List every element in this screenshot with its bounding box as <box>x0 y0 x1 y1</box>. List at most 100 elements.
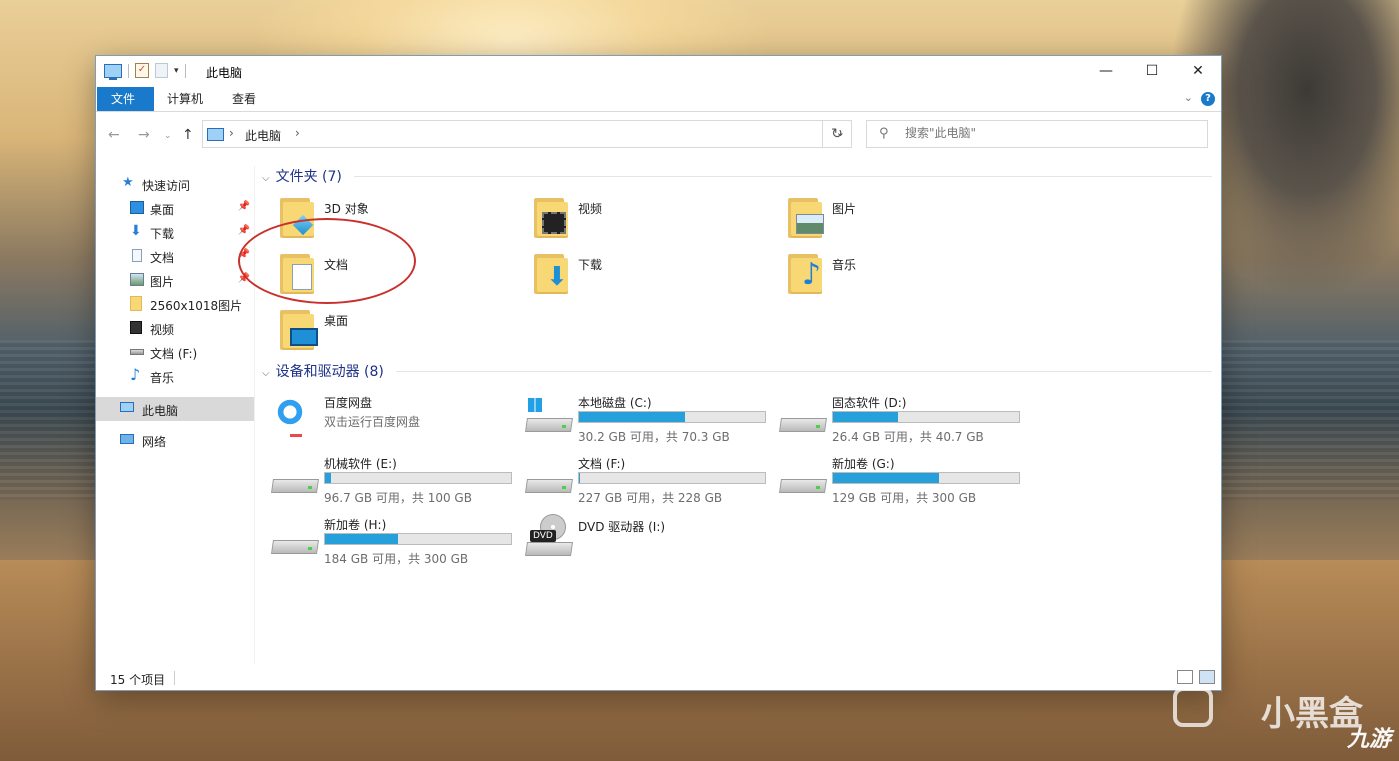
sidebar-item-documents[interactable]: 文档 📌 <box>96 245 254 267</box>
device-drive-e[interactable]: 机械软件 (E:) 96.7 GB 可用，共 100 GB <box>258 453 512 507</box>
collapse-chevron-icon[interactable]: ⌵ <box>262 368 270 379</box>
music-folder-icon: ♪ <box>788 254 822 294</box>
section-title: 设备和驱动器 (8) <box>275 364 384 380</box>
tab-view[interactable]: 查看 <box>218 87 270 111</box>
device-drive-g[interactable]: 新加卷 (G:) 129 GB 可用，共 300 GB <box>766 453 1020 507</box>
navigation-bar: ← → ⌄ ↑ › 此电脑 › ⌄ ↻ ⚲ <box>96 119 1221 151</box>
pictures-folder-icon <box>788 198 824 238</box>
content-pane: ⌵ 文件夹 (7) 3D 对象 视频 图片 文档 ⬇ 下载 ♪ 音乐 桌面 ⌵ … <box>258 156 1216 666</box>
forward-arrow-icon[interactable]: → <box>138 127 150 143</box>
folder-music[interactable]: ♪ 音乐 <box>766 250 1016 304</box>
up-arrow-icon[interactable]: ↑ <box>182 127 194 143</box>
folder-label: 桌面 <box>324 314 349 328</box>
usage-fill <box>833 412 899 422</box>
new-folder-icon[interactable] <box>155 63 168 78</box>
customize-toolbar-icon[interactable]: ▾ <box>174 66 179 76</box>
title-bar: ✓ ▾ 此电脑 — ☐ ✕ <box>96 56 1221 86</box>
usage-bar <box>324 472 512 484</box>
folder-downloads[interactable]: ⬇ 下载 <box>512 250 762 304</box>
usage-fill <box>579 412 686 422</box>
device-size: 184 GB 可用，共 300 GB <box>324 552 469 566</box>
download-icon: ⬇ <box>130 223 142 239</box>
device-drive-d[interactable]: 固态软件 (D:) 26.4 GB 可用，共 40.7 GB <box>766 392 1020 446</box>
tab-computer[interactable]: 计算机 <box>153 87 217 111</box>
sidebar-item-pictures[interactable]: 图片 📌 <box>96 269 254 291</box>
device-drive-c[interactable]: 本地磁盘 (C:) 30.2 GB 可用，共 70.3 GB <box>512 392 766 446</box>
sidebar-item-videos[interactable]: 视频 <box>96 317 254 339</box>
help-icon[interactable]: ? <box>1201 92 1215 106</box>
device-drive-h[interactable]: 新加卷 (H:) 184 GB 可用，共 300 GB <box>258 514 512 568</box>
sidebar-item-2560-folder[interactable]: 2560x1018图片 <box>96 293 254 315</box>
sidebar-item-desktop[interactable]: 桌面 📌 <box>96 197 254 219</box>
collapse-chevron-icon[interactable]: ⌵ <box>262 173 270 184</box>
device-name: 百度网盘 <box>324 396 373 410</box>
sidebar-item-downloads[interactable]: ⬇ 下载 📌 <box>96 221 254 243</box>
view-switcher <box>1177 670 1215 684</box>
document-icon <box>132 249 142 262</box>
sidebar-item-this-pc[interactable]: 此电脑 <box>96 397 254 421</box>
device-size: 227 GB 可用，共 228 GB <box>578 491 723 505</box>
video-folder-icon <box>534 198 568 238</box>
device-name: DVD 驱动器 (I:) <box>578 520 666 534</box>
maximize-button[interactable]: ☐ <box>1129 56 1175 86</box>
toolbar-separator <box>184 63 186 78</box>
back-arrow-icon[interactable]: ← <box>108 127 120 143</box>
tab-file[interactable]: 文件 <box>97 87 154 111</box>
desktop-icon <box>130 201 144 214</box>
device-size: 26.4 GB 可用，共 40.7 GB <box>832 430 984 444</box>
folder-label: 图片 <box>832 202 857 216</box>
sidebar-item-label: 下载 <box>150 227 175 241</box>
sidebar-item-label: 快速访问 <box>142 179 191 193</box>
expand-ribbon-icon[interactable]: ⌄ <box>1184 91 1193 104</box>
network-icon <box>120 434 134 444</box>
drive-icon <box>271 528 319 558</box>
folder-pictures[interactable]: 图片 <box>766 194 1016 248</box>
dvd-badge: DVD <box>530 530 556 542</box>
device-baidu-netdisk[interactable]: 百度网盘 双击运行百度网盘 <box>258 392 508 446</box>
sidebar-item-drive-f[interactable]: 文档 (F:) <box>96 341 254 363</box>
device-dvd-i[interactable]: DVD DVD 驱动器 (I:) <box>512 514 762 568</box>
sidebar-item-label: 视频 <box>150 323 175 337</box>
drive-icon <box>779 406 827 436</box>
chevron-right-icon[interactable]: › <box>229 126 234 140</box>
desktop-folder-icon <box>280 310 318 350</box>
recent-locations-icon[interactable]: ⌄ <box>164 131 172 141</box>
breadcrumb[interactable]: 此电脑 <box>245 127 281 144</box>
device-name: 新加卷 (H:) <box>324 518 387 532</box>
folders-section-header[interactable]: ⌵ 文件夹 (7) <box>262 166 342 186</box>
sidebar-item-label: 图片 <box>150 275 175 289</box>
device-drive-f[interactable]: 文档 (F:) 227 GB 可用，共 228 GB <box>512 453 766 507</box>
close-button[interactable]: ✕ <box>1175 56 1221 86</box>
pin-icon: 📌 <box>237 201 250 212</box>
device-name: 机械软件 (E:) <box>324 457 397 471</box>
large-icons-view-icon[interactable] <box>1199 670 1215 684</box>
search-input[interactable] <box>903 125 1197 141</box>
sidebar-item-quick-access[interactable]: ★ 快速访问 <box>96 173 254 195</box>
sidebar-item-music[interactable]: ♪ 音乐 <box>96 365 254 387</box>
sidebar-item-network[interactable]: 网络 <box>96 429 254 451</box>
window-title: 此电脑 <box>206 66 243 80</box>
device-size: 129 GB 可用，共 300 GB <box>832 491 977 505</box>
folder-videos[interactable]: 视频 <box>512 194 762 248</box>
device-name: 本地磁盘 (C:) <box>578 396 652 410</box>
minimize-button[interactable]: — <box>1083 56 1129 86</box>
chevron-right-icon[interactable]: › <box>295 126 300 140</box>
details-view-icon[interactable] <box>1177 670 1193 684</box>
devices-section-header[interactable]: ⌵ 设备和驱动器 (8) <box>262 361 384 381</box>
drive-icon <box>130 349 144 355</box>
drive-icon <box>779 467 827 497</box>
section-divider <box>396 371 1212 372</box>
sidebar-item-label: 文档 (F:) <box>150 347 198 361</box>
address-bar[interactable]: › 此电脑 › ⌄ <box>202 120 852 148</box>
usage-fill <box>325 534 398 544</box>
folder-desktop[interactable]: 桌面 <box>258 306 508 360</box>
drive-icon <box>271 467 319 497</box>
search-box[interactable]: ⚲ <box>866 120 1208 148</box>
toolbar-separator <box>128 63 129 78</box>
search-icon: ⚲ <box>879 126 889 141</box>
picture-icon <box>130 273 144 286</box>
properties-icon[interactable]: ✓ <box>135 63 149 78</box>
usage-fill <box>325 473 332 483</box>
usage-bar <box>832 411 1020 423</box>
refresh-button[interactable]: ↻ <box>822 120 852 148</box>
